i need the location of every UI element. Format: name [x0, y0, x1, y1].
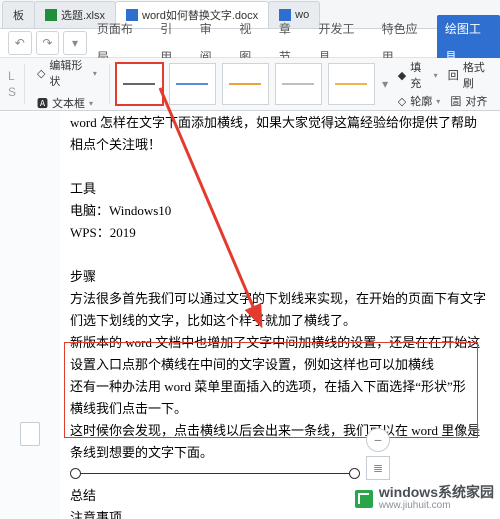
- watermark-logo: [355, 490, 373, 508]
- line-style-3[interactable]: [222, 63, 269, 105]
- page-thumb-icon[interactable]: [20, 422, 40, 446]
- line-body[interactable]: [81, 473, 349, 474]
- format-group: ◆ 填充▾ 回 格式刷 ◇ 轮廓▾ 圁 对齐: [394, 57, 496, 111]
- redo-button[interactable]: ↷: [36, 31, 60, 55]
- fill-button[interactable]: ◆ 填充▾ 回 格式刷: [398, 59, 492, 91]
- left-rail: [0, 112, 60, 519]
- line-preview: [176, 83, 208, 85]
- letter-s: S: [8, 85, 16, 99]
- letters-group: L S: [4, 67, 20, 101]
- shape-tools: ◇ 编辑形状 ▾ 🅰 文本框 ▾: [29, 53, 105, 115]
- line-style-2[interactable]: [169, 63, 216, 105]
- line-gallery-more[interactable]: ▾: [379, 77, 392, 91]
- tab-clipboard[interactable]: 板: [2, 1, 35, 28]
- para: 们选下划线的文字，比如这个样子就加了横线了。: [70, 310, 492, 332]
- zoom-out-button[interactable]: −: [366, 428, 390, 452]
- watermark-url: www.jiuhuit.com: [379, 499, 494, 513]
- para: 电脑：Windows10: [70, 200, 492, 222]
- more-button[interactable]: ▾: [63, 31, 87, 55]
- separator: [24, 64, 25, 104]
- excel-icon: [45, 9, 57, 21]
- para: word 怎样在文字下面添加横线，如果大家觉得这篇经验给你提供了帮助: [70, 112, 492, 134]
- text-box-button[interactable]: 🅰 文本框 ▾: [33, 93, 101, 113]
- document-body: word 怎样在文字下面添加横线，如果大家觉得这篇经验给你提供了帮助 相点个关注…: [70, 112, 500, 519]
- para: WPS：2019: [70, 222, 492, 244]
- handle-left[interactable]: [70, 468, 81, 479]
- btn-label: 编辑形状: [49, 57, 88, 89]
- line-style-5[interactable]: [328, 63, 375, 105]
- tab-label: 板: [13, 7, 24, 23]
- line-style-1[interactable]: [116, 63, 163, 105]
- line-preview: [229, 83, 261, 85]
- line-preview: [335, 83, 367, 85]
- annotation-red-box: [64, 342, 478, 438]
- line-preview: [282, 83, 314, 85]
- separator: [109, 64, 110, 104]
- heading-tools: 工具: [70, 178, 492, 200]
- ribbon-toolbar: L S ◇ 编辑形状 ▾ 🅰 文本框 ▾ ▾ ◆ 填充▾ 回 格式刷 ◇ 轮廓▾…: [0, 58, 500, 111]
- heading-steps: 步骤: [70, 266, 492, 288]
- watermark: windows系统家园 www.jiuhuit.com: [355, 485, 494, 513]
- layout-options-button[interactable]: ≣: [366, 456, 390, 480]
- outline-button[interactable]: ◇ 轮廓▾ 圁 对齐: [398, 93, 492, 109]
- para: 相点个关注哦！: [70, 134, 492, 156]
- handle-right[interactable]: [349, 468, 360, 479]
- para: 方法很多首先我们可以通过文字的下划线来实现，在开始的页面下有文字: [70, 288, 492, 310]
- edit-shape-button[interactable]: ◇ 编辑形状 ▾: [33, 55, 101, 91]
- para: 条线到想要的文字下面。: [70, 442, 492, 464]
- inserted-line-shape[interactable]: [70, 468, 360, 479]
- line-style-4[interactable]: [275, 63, 322, 105]
- watermark-text: windows系统家园: [379, 485, 494, 499]
- undo-button[interactable]: ↶: [8, 31, 32, 55]
- line-preview: [123, 83, 155, 85]
- letter-l: L: [8, 69, 16, 83]
- btn-label: 文本框: [52, 95, 85, 111]
